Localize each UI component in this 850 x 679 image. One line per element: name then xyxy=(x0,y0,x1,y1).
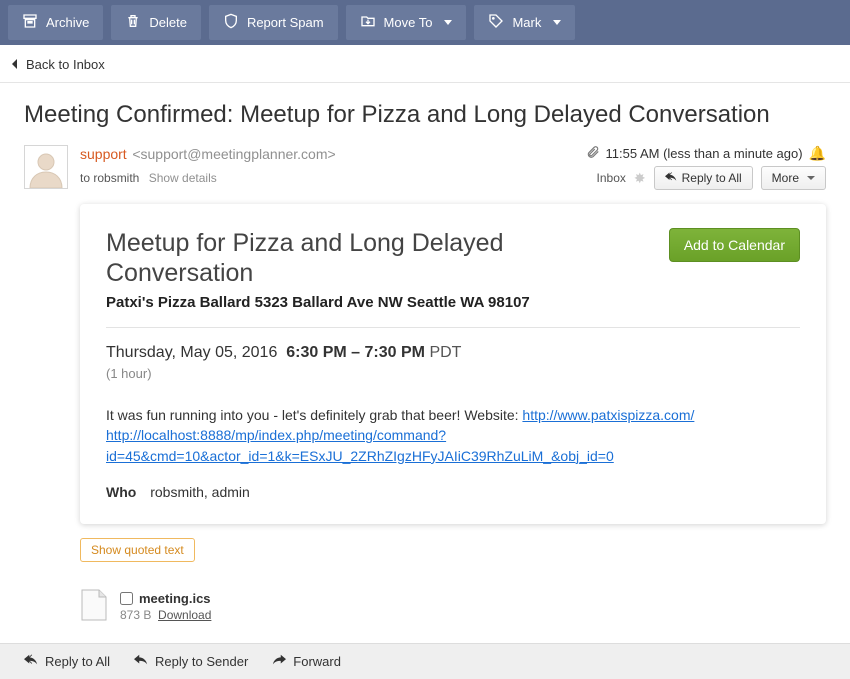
show-quoted-text-button[interactable]: Show quoted text xyxy=(80,538,195,562)
reply-icon xyxy=(134,654,148,669)
tag-icon xyxy=(488,13,504,32)
chevron-down-icon xyxy=(807,176,815,180)
sender-name: support xyxy=(80,146,127,162)
star-icon[interactable]: ✸ xyxy=(634,170,646,187)
trash-icon xyxy=(125,13,141,32)
archive-button[interactable]: Archive xyxy=(8,5,103,40)
event-link-1[interactable]: http://www.patxispizza.com/ xyxy=(522,407,694,423)
archive-label: Archive xyxy=(46,15,89,30)
top-toolbar: Archive Delete Report Spam Move To Mark xyxy=(0,0,850,45)
footer-reply-all-button[interactable]: Reply to All xyxy=(24,654,110,669)
footer-forward-label: Forward xyxy=(293,654,341,669)
footer-reply-sender-button[interactable]: Reply to Sender xyxy=(134,654,248,669)
attachment-icon xyxy=(586,145,600,162)
back-label: Back to Inbox xyxy=(26,57,105,72)
mark-label: Mark xyxy=(512,15,541,30)
move-to-button[interactable]: Move To xyxy=(346,5,467,40)
footer-reply-sender-label: Reply to Sender xyxy=(155,654,248,669)
sender-address: <support@meetingplanner.com> xyxy=(132,146,335,162)
folder-tag: Inbox xyxy=(597,171,626,185)
report-spam-label: Report Spam xyxy=(247,15,324,30)
attachment-download-link[interactable]: Download xyxy=(158,608,211,622)
sender-block: support <support@meetingplanner.com> xyxy=(80,146,336,162)
mark-button[interactable]: Mark xyxy=(474,5,575,40)
more-button[interactable]: More xyxy=(761,166,826,190)
event-location: Patxi's Pizza Ballard 5323 Ballard Ave N… xyxy=(106,294,653,311)
divider xyxy=(106,327,800,328)
event-duration: (1 hour) xyxy=(106,366,800,381)
delete-button[interactable]: Delete xyxy=(111,5,201,40)
reply-all-icon xyxy=(24,654,38,669)
chevron-down-icon xyxy=(553,20,561,25)
event-datetime: Thursday, May 05, 2016 6:30 PM – 7:30 PM… xyxy=(106,344,800,362)
chevron-down-icon xyxy=(444,20,452,25)
recipient-line: to robsmith Show details xyxy=(80,171,217,185)
forward-icon xyxy=(272,654,286,669)
event-who: Who robsmith, admin xyxy=(106,484,800,500)
archive-icon xyxy=(22,13,38,32)
attachment-checkbox[interactable] xyxy=(120,592,133,605)
reply-all-icon xyxy=(665,171,677,185)
report-spam-button[interactable]: Report Spam xyxy=(209,5,338,40)
back-to-inbox-link[interactable]: Back to Inbox xyxy=(0,45,850,83)
attachment-size: 873 B xyxy=(120,608,151,622)
event-title: Meetup for Pizza and Long Delayed Conver… xyxy=(106,228,653,288)
add-to-calendar-button[interactable]: Add to Calendar xyxy=(669,228,800,262)
move-to-label: Move To xyxy=(384,15,433,30)
footer-forward-button[interactable]: Forward xyxy=(272,654,341,669)
footer-reply-all-label: Reply to All xyxy=(45,654,110,669)
event-link-2[interactable]: http://localhost:8888/mp/index.php/meeti… xyxy=(106,427,614,463)
attachment-row: meeting.ics 873 B Download xyxy=(80,588,826,625)
back-arrow-icon xyxy=(10,57,20,72)
more-label: More xyxy=(772,171,799,185)
email-subject: Meeting Confirmed: Meetup for Pizza and … xyxy=(0,83,850,135)
reply-all-button[interactable]: Reply to All xyxy=(654,166,753,190)
reply-all-label: Reply to All xyxy=(682,171,742,185)
event-card: Meetup for Pizza and Long Delayed Conver… xyxy=(80,204,826,524)
footer-bar: Reply to All Reply to Sender Forward xyxy=(0,643,850,679)
move-icon xyxy=(360,13,376,32)
timestamp: 11:55 AM (less than a minute ago) xyxy=(606,146,803,161)
attachment-filename: meeting.ics xyxy=(139,591,211,606)
bell-icon: 🔔 xyxy=(809,145,826,162)
avatar xyxy=(24,145,68,189)
event-body: It was fun running into you - let's defi… xyxy=(106,405,800,466)
shield-icon xyxy=(223,13,239,32)
file-icon xyxy=(80,588,108,625)
message-header: support <support@meetingplanner.com> 11:… xyxy=(24,135,826,190)
delete-label: Delete xyxy=(149,15,187,30)
show-details-link[interactable]: Show details xyxy=(149,171,217,185)
